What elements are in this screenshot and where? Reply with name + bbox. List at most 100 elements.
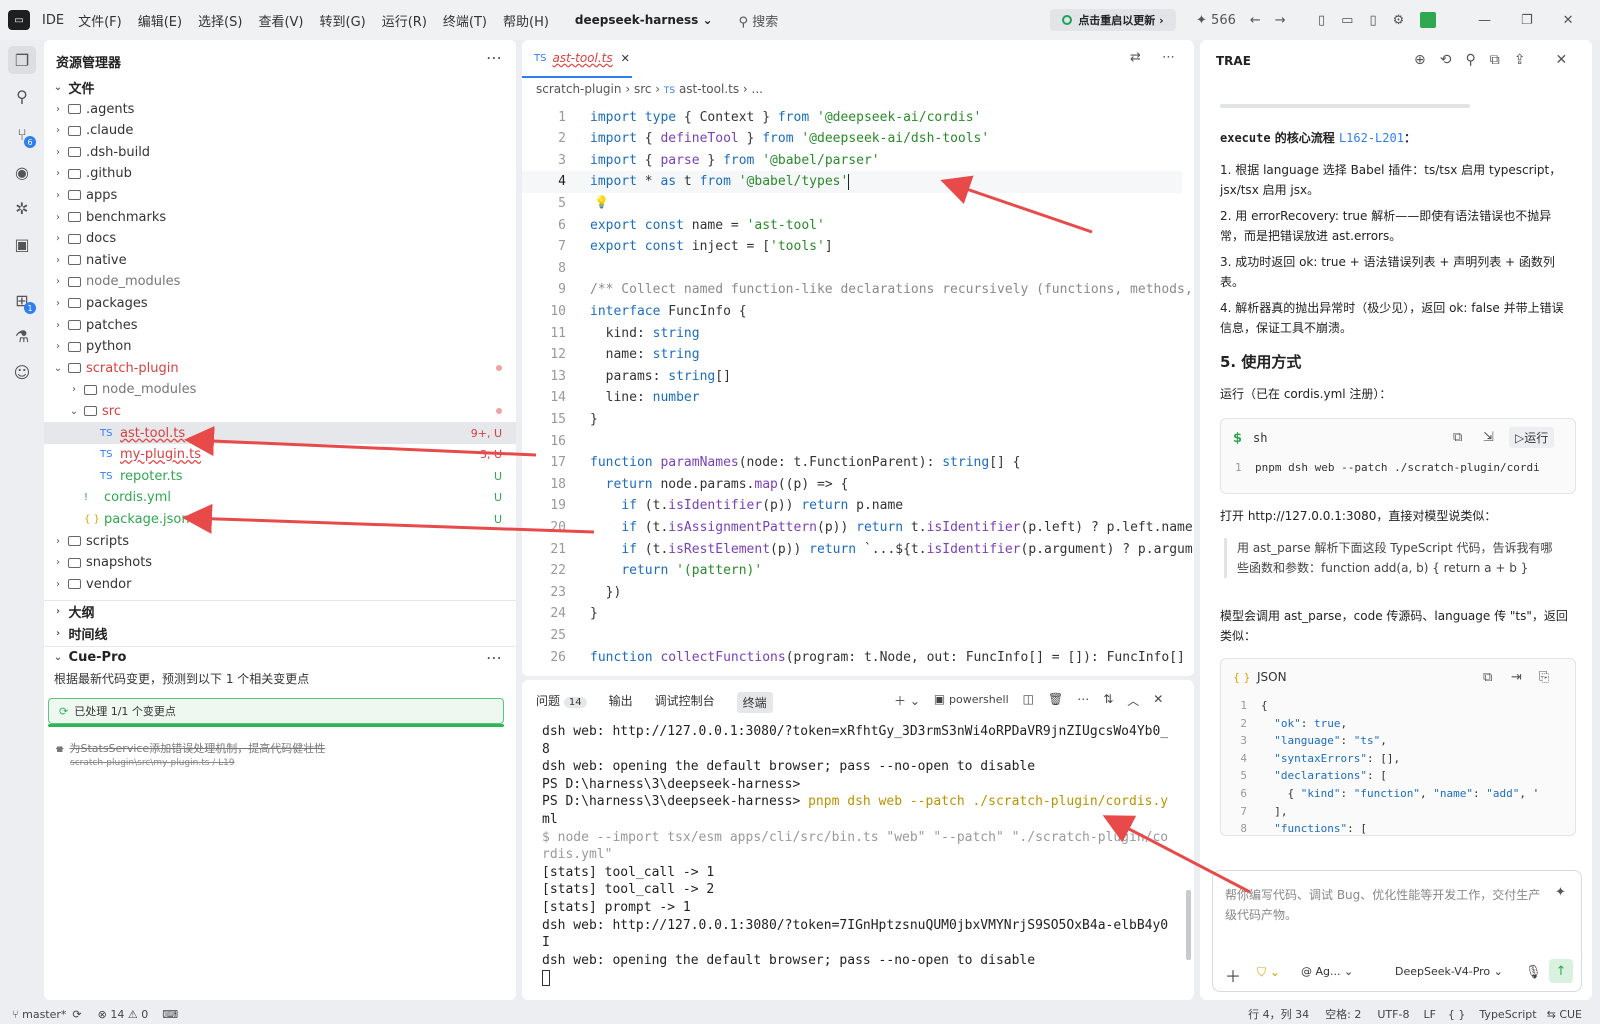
share-icon[interactable]: ⇪: [1514, 52, 1526, 68]
run-button[interactable]: ▷运行: [1509, 427, 1555, 448]
debug-icon[interactable]: ✲: [8, 194, 36, 222]
encoding[interactable]: UTF-8: [1377, 1008, 1409, 1021]
maximize-icon[interactable]: ❐: [1521, 13, 1533, 28]
testing-icon[interactable]: ⚗: [8, 322, 36, 350]
app-logo-icon[interactable]: ▭: [8, 10, 30, 30]
toggle-panel-icon[interactable]: ▭: [1341, 13, 1353, 28]
code-line[interactable]: 17 function paramNames(node: t.FunctionPa…: [522, 452, 1020, 474]
eol[interactable]: LF: [1423, 1008, 1435, 1021]
close-icon[interactable]: ✕: [1555, 52, 1567, 68]
remote-icon[interactable]: ▣: [8, 230, 36, 258]
shell-selector[interactable]: ▣ powershell: [934, 692, 1009, 709]
code-line[interactable]: 22 return '(pattern)': [522, 560, 762, 582]
code-line[interactable]: 8: [522, 257, 590, 279]
folder-item[interactable]: › vendor: [44, 573, 516, 595]
toggle-sidebar-icon[interactable]: ▯: [1318, 13, 1325, 28]
trash-icon[interactable]: 🗑: [1048, 692, 1063, 709]
toggle-secondary-sidebar-icon[interactable]: ▯: [1369, 13, 1376, 28]
title-search[interactable]: ⚲ 搜索: [739, 11, 779, 30]
indentation[interactable]: 空格: 2: [1325, 1006, 1361, 1022]
code-line[interactable]: 18 return node.params.map((p) => {: [522, 473, 848, 495]
crumb-folder[interactable]: scratch-plugin: [536, 82, 622, 96]
code-line[interactable]: 1 import type { Context } from '@deepseek…: [522, 106, 981, 128]
explorer-icon[interactable]: ❐: [8, 46, 36, 74]
chat-input-box[interactable]: 帮你编写代码、调试 Bug、优化性能等开发工作，交付生产级代码产物。 ✦ ＋ ⛉…: [1212, 870, 1582, 992]
split-icon[interactable]: ◫: [1023, 692, 1034, 709]
folder-item[interactable]: › scripts: [44, 530, 516, 552]
menu-terminal[interactable]: 终端(T): [443, 11, 487, 30]
keyboard-icon[interactable]: ⌨: [162, 1008, 178, 1021]
folder-item[interactable]: › native: [44, 249, 516, 271]
file-item[interactable]: TS repoter.ts U: [44, 465, 516, 487]
source-control-icon[interactable]: ⑂ 6: [8, 120, 36, 148]
crumb-file[interactable]: ast-tool.ts: [679, 82, 739, 96]
add-terminal-icon[interactable]: ＋ ⌄: [894, 692, 920, 709]
code-line[interactable]: 11 kind: string: [522, 322, 699, 344]
copy-icon[interactable]: ⧉: [1453, 430, 1462, 445]
cursor-position[interactable]: 行 4，列 34: [1248, 1006, 1309, 1022]
folder-item[interactable]: › .dsh-build: [44, 141, 516, 163]
tab-output[interactable]: 输出: [609, 692, 633, 713]
more-icon[interactable]: ⋯: [1077, 692, 1089, 709]
code-line[interactable]: 25: [522, 624, 590, 646]
close-panel-icon[interactable]: ✕: [1153, 692, 1163, 709]
section-cue-pro[interactable]: ⌄ Cue-Pro: [44, 646, 516, 668]
problems-status[interactable]: ⊗ 14 ⚠ 0: [98, 1008, 149, 1021]
ide-label[interactable]: IDE: [42, 13, 64, 28]
folder-item[interactable]: › apps: [44, 184, 516, 206]
gear-icon[interactable]: ⚙: [1393, 13, 1405, 28]
code-line[interactable]: 21 if (t.isRestElement(p)) return `...${…: [522, 538, 1192, 560]
stars-counter[interactable]: ✦ 566: [1196, 13, 1236, 28]
code-line[interactable]: 2 import { defineTool } from '@deepseek-a…: [522, 128, 989, 150]
code-line[interactable]: 19 if (t.isIdentifier(p)) return p.name: [522, 495, 903, 517]
file-item[interactable]: TS my-plugin.ts 3, U: [44, 444, 516, 466]
code-line[interactable]: 14 line: number: [522, 387, 699, 409]
add-icon[interactable]: ＋: [1225, 963, 1241, 987]
insert-icon[interactable]: ⇥: [1511, 670, 1522, 685]
menu-goto[interactable]: 转到(G): [320, 11, 366, 30]
robot-icon[interactable]: ☺: [8, 358, 36, 386]
folder-item[interactable]: › snapshots: [44, 552, 516, 574]
code-line[interactable]: 9 /** Collect named function-like declara…: [522, 279, 1192, 301]
tab-debug-console[interactable]: 调试控制台: [655, 692, 715, 713]
folder-item[interactable]: › docs: [44, 228, 516, 250]
maximize-panel-icon[interactable]: ︿: [1127, 692, 1139, 709]
code-line[interactable]: 3 import { parse } from '@babel/parser': [522, 149, 879, 171]
folder-item[interactable]: › node_modules: [44, 271, 516, 293]
tab-problems[interactable]: 问题 14: [536, 692, 587, 713]
insert-icon[interactable]: ⇲: [1483, 430, 1494, 445]
search-icon[interactable]: ⚲: [1465, 52, 1475, 68]
close-icon[interactable]: ✕: [621, 52, 630, 65]
section-timeline[interactable]: › 时间线: [44, 622, 516, 644]
terminal-scrollbar[interactable]: [1186, 890, 1191, 960]
new-chat-icon[interactable]: ⊕: [1414, 52, 1426, 68]
cue-status[interactable]: ⇆ CUE: [1547, 1008, 1582, 1021]
code-line[interactable]: 10 interface FuncInfo {: [522, 300, 746, 322]
chat-input[interactable]: 帮你编写代码、调试 Bug、优化性能等开发工作，交付生产级代码产物。: [1225, 885, 1545, 925]
eye-icon[interactable]: ◉: [8, 158, 36, 186]
sparkle-icon[interactable]: ✦: [1555, 885, 1566, 900]
popout-icon[interactable]: ⧉: [1490, 52, 1500, 68]
more-icon[interactable]: ⋯: [486, 48, 502, 67]
folder-item[interactable]: ⌄ src: [44, 400, 516, 422]
folder-item[interactable]: › benchmarks: [44, 206, 516, 228]
menu-run[interactable]: 运行(R): [382, 11, 427, 30]
folder-item[interactable]: › node_modules: [44, 379, 516, 401]
crumb-more[interactable]: ...: [752, 82, 763, 96]
extensions-icon[interactable]: ⊞ 1: [8, 286, 36, 314]
flow-range-link[interactable]: L162-L201: [1339, 131, 1404, 145]
compare-icon[interactable]: ⇄: [1130, 50, 1141, 65]
braces-status[interactable]: { }: [1448, 1008, 1466, 1021]
code-line[interactable]: 13 params: string[]: [522, 365, 731, 387]
forward-arrow-icon[interactable]: →: [1275, 13, 1286, 28]
menu-select[interactable]: 选择(S): [198, 11, 242, 30]
more-icon[interactable]: ⋯: [1162, 50, 1175, 65]
code-line[interactable]: 6 export const name = 'ast-tool': [522, 214, 825, 236]
code-line[interactable]: 4 import * as t from '@babel/types': [522, 170, 1182, 193]
code-line[interactable]: 16: [522, 430, 590, 452]
code-line[interactable]: 23 }): [522, 581, 621, 603]
section-files[interactable]: ⌄ 文件: [44, 76, 516, 98]
language-mode[interactable]: TypeScript: [1479, 1008, 1536, 1021]
folder-item[interactable]: › patches: [44, 314, 516, 336]
shield-icon[interactable]: ⛉ ⌄: [1257, 965, 1280, 980]
